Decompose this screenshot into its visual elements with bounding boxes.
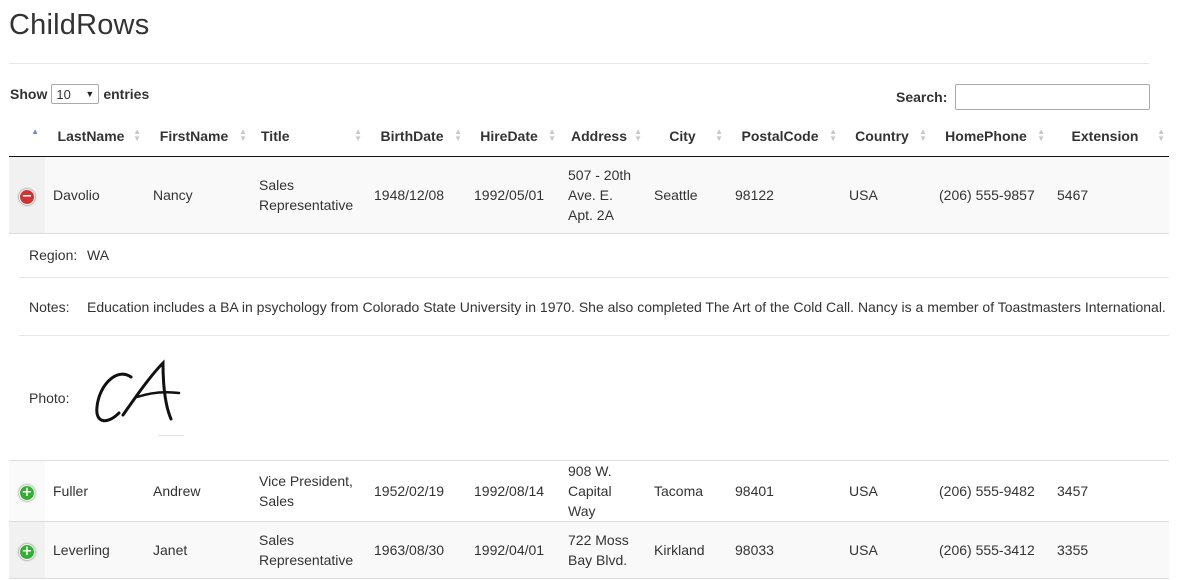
cell-firstname: Nancy: [145, 156, 251, 234]
column-header-title[interactable]: Title ▲ ▼: [251, 116, 366, 157]
cell-lastname: Davolio: [45, 156, 145, 234]
cell-firstname: Janet: [145, 521, 251, 579]
sort-asc-icon: ▲: [31, 127, 39, 136]
cell-address: 908 W. Capital Way: [560, 460, 646, 522]
column-header-postalcode[interactable]: PostalCode ▲ ▼: [727, 116, 841, 157]
notes-label: Notes:: [19, 277, 87, 336]
sort-both-icon: ▲ ▼: [919, 127, 927, 143]
cell-extension: 5467: [1049, 156, 1169, 234]
column-header-extension[interactable]: Extension ▲ ▼: [1049, 116, 1169, 157]
column-header-country[interactable]: Country ▲ ▼: [841, 116, 931, 157]
sort-both-icon: ▲ ▼: [354, 127, 362, 143]
cell-postalcode: 98033: [727, 521, 841, 579]
cell-country: USA: [841, 156, 931, 234]
cell-city: Seattle: [646, 156, 727, 234]
photo-label: Photo:: [19, 335, 87, 460]
region-label: Region:: [19, 233, 87, 278]
cell-hiredate: 1992/05/01: [466, 156, 560, 234]
cell-homephone: (206) 555-3412: [931, 521, 1049, 579]
child-row-cell: Region: WA Notes: Education includes a B…: [9, 233, 1169, 461]
row-toggle-cell[interactable]: +: [9, 521, 45, 579]
page-title: ChildRows: [9, 9, 150, 41]
column-header-firstname[interactable]: FirstName ▲ ▼: [145, 116, 251, 157]
table-row: + Leverling Janet Sales Representative 1…: [9, 521, 1169, 579]
entries-label: entries: [103, 86, 150, 102]
cell-city: Tacoma: [646, 460, 727, 522]
cell-birthdate: 1952/02/19: [366, 460, 466, 522]
sort-both-icon: ▲ ▼: [1157, 127, 1165, 143]
cell-extension: 3457: [1049, 460, 1169, 522]
column-header-homephone[interactable]: HomePhone ▲ ▼: [931, 116, 1049, 157]
search-label: Search:: [896, 89, 948, 105]
cell-birthdate: 1963/08/30: [366, 521, 466, 579]
cell-address: 507 - 20th Ave. E. Apt. 2A: [560, 156, 646, 234]
column-header-birthdate[interactable]: BirthDate ▲ ▼: [366, 116, 466, 157]
sort-both-icon: ▲ ▼: [715, 127, 723, 143]
table-header-row: ▲ LastName ▲ ▼ FirstName ▲ ▼ Title ▲ ▼ BirthDa…: [9, 116, 1169, 157]
region-value: WA: [87, 233, 1169, 278]
minus-circle-icon[interactable]: −: [19, 188, 35, 205]
sort-both-icon: ▲ ▼: [1037, 127, 1045, 143]
table-row: − Davolio Nancy Sales Representative 194…: [9, 156, 1169, 234]
column-header-city[interactable]: City ▲ ▼: [646, 116, 727, 157]
plus-circle-icon[interactable]: +: [19, 543, 35, 560]
detail-row-region: Region: WA: [19, 233, 1169, 278]
chevron-down-icon: ▼: [85, 89, 95, 99]
photo-cell: [87, 335, 1169, 460]
search-control: Search:: [896, 84, 1151, 110]
sort-both-icon: ▲ ▼: [133, 127, 141, 143]
cell-hiredate: 1992/04/01: [466, 521, 560, 579]
child-detail-table: Region: WA Notes: Education includes a B…: [19, 233, 1169, 460]
cell-hiredate: 1992/08/14: [466, 460, 560, 522]
cell-title: Sales Representative: [251, 521, 366, 579]
detail-row-photo: Photo:: [19, 335, 1169, 460]
cell-title: Vice President, Sales: [251, 460, 366, 522]
sort-both-icon: ▲ ▼: [634, 127, 642, 143]
search-input[interactable]: [955, 84, 1151, 110]
entries-select[interactable]: 10 ▼: [51, 84, 100, 104]
cell-postalcode: 98401: [727, 460, 841, 522]
sort-both-icon: ▲ ▼: [239, 127, 247, 143]
column-header-address[interactable]: Address ▲ ▼: [560, 116, 646, 157]
signature-photo: [93, 355, 193, 441]
row-toggle-cell[interactable]: −: [9, 156, 45, 234]
detail-row-notes: Notes: Education includes a BA in psycho…: [19, 277, 1169, 336]
length-control: Show 10 ▼ entries: [10, 84, 149, 104]
employees-table: ▲ LastName ▲ ▼ FirstName ▲ ▼ Title ▲ ▼ BirthDa…: [9, 116, 1169, 579]
column-header-hiredate[interactable]: HireDate ▲ ▼: [466, 116, 560, 157]
sort-both-icon: ▲ ▼: [454, 127, 462, 143]
row-toggle-cell[interactable]: +: [9, 460, 45, 522]
cell-city: Kirkland: [646, 521, 727, 579]
signature-underline: [158, 434, 184, 436]
table-row: + Fuller Andrew Vice President, Sales 19…: [9, 460, 1169, 522]
signature-image: [95, 359, 181, 422]
cell-title: Sales Representative: [251, 156, 366, 234]
cell-firstname: Andrew: [145, 460, 251, 522]
plus-circle-icon[interactable]: +: [19, 484, 35, 501]
child-row: Region: WA Notes: Education includes a B…: [9, 233, 1169, 461]
cell-homephone: (206) 555-9482: [931, 460, 1049, 522]
cell-homephone: (206) 555-9857: [931, 156, 1049, 234]
entries-select-value: 10: [56, 86, 71, 102]
cell-postalcode: 98122: [727, 156, 841, 234]
show-label: Show: [10, 86, 48, 102]
cell-birthdate: 1948/12/08: [366, 156, 466, 234]
cell-lastname: Fuller: [45, 460, 145, 522]
cell-address: 722 Moss Bay Blvd.: [560, 521, 646, 579]
column-header-lastname[interactable]: LastName ▲ ▼: [45, 116, 145, 157]
cell-country: USA: [841, 521, 931, 579]
sort-both-icon: ▲ ▼: [829, 127, 837, 143]
sort-both-icon: ▲ ▼: [548, 127, 556, 143]
cell-lastname: Leverling: [45, 521, 145, 579]
column-header-control[interactable]: ▲: [9, 116, 45, 157]
cell-extension: 3355: [1049, 521, 1169, 579]
notes-value: Education includes a BA in psychology fr…: [87, 277, 1169, 336]
title-divider: [9, 63, 1149, 64]
cell-country: USA: [841, 460, 931, 522]
